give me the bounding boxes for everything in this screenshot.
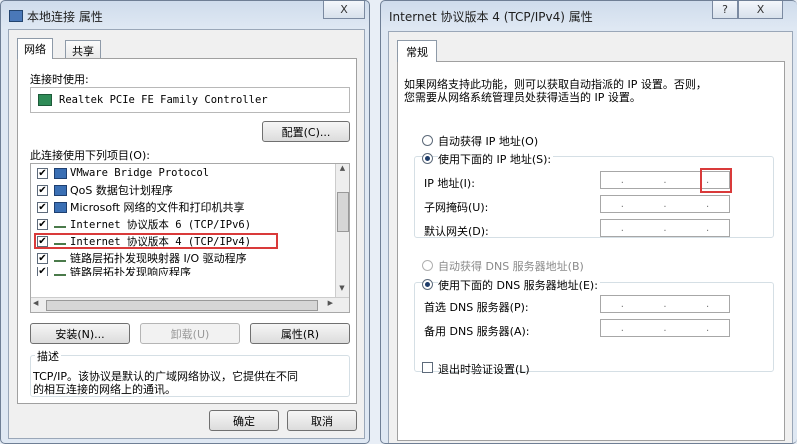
protocol-icon bbox=[54, 254, 66, 262]
ipv4-highlight-box bbox=[34, 233, 278, 249]
window-title: 本地连接 属性 bbox=[9, 8, 103, 25]
intro-text-line-2: 您需要从网络系统管理员处获得适当的 IP 设置。 bbox=[404, 91, 641, 104]
item-checkbox[interactable]: ✔ bbox=[37, 167, 48, 179]
cancel-button[interactable]: 取消 bbox=[287, 410, 357, 431]
item-label: Internet 协议版本 6 (TCP/IPv6) bbox=[70, 218, 252, 231]
item-label: 链路层拓扑发现响应程序 bbox=[70, 267, 191, 276]
service-icon bbox=[54, 201, 67, 213]
manual-ip-radio[interactable] bbox=[422, 153, 433, 164]
ip-address-label: IP 地址(I): bbox=[424, 177, 475, 190]
help-button[interactable]: ? bbox=[712, 1, 738, 19]
item-checkbox[interactable]: ✔ bbox=[37, 252, 48, 264]
manual-ip-label: 使用下面的 IP 地址(S): bbox=[438, 151, 554, 167]
adapter-name: Realtek PCIe FE Family Controller bbox=[59, 94, 268, 106]
connect-using-label: 连接时使用: bbox=[30, 73, 89, 86]
list-item[interactable]: ✔ Internet 协议版本 6 (TCP/IPv6) bbox=[37, 216, 251, 232]
description-group: 描述 TCP/IP。该协议是默认的广域网络协议，它提供在不同 的相互连接的网络上… bbox=[30, 348, 350, 397]
local-connection-properties-window: 本地连接 属性 X 网络 共享 连接时使用: Realtek PCIe FE F… bbox=[0, 0, 370, 444]
install-button[interactable]: 安装(N)... bbox=[30, 323, 130, 344]
ipv4-properties-window: Internet 协议版本 4 (TCP/IPv4) 属性 ? X 常规 如果网… bbox=[380, 0, 797, 444]
adapter-box: Realtek PCIe FE Family Controller bbox=[30, 87, 350, 113]
scroll-up-arrow-icon[interactable]: ▲ bbox=[336, 164, 349, 177]
preferred-dns-field[interactable]: ... bbox=[600, 295, 730, 313]
item-checkbox[interactable]: ✔ bbox=[37, 267, 48, 276]
scrollbar-thumb[interactable] bbox=[46, 300, 318, 311]
default-gateway-label: 默认网关(D): bbox=[424, 225, 489, 238]
item-checkbox[interactable]: ✔ bbox=[37, 201, 48, 213]
protocol-icon bbox=[54, 220, 66, 228]
adapter-icon bbox=[38, 94, 52, 106]
tab-sharing[interactable]: 共享 bbox=[65, 40, 101, 59]
ip-octet-highlight-box bbox=[700, 168, 732, 193]
auto-dns-radio bbox=[422, 260, 433, 271]
item-label: Microsoft 网络的文件和打印机共享 bbox=[70, 201, 245, 214]
tab-general-label: 常规 bbox=[406, 46, 428, 59]
item-checkbox[interactable]: ✔ bbox=[37, 184, 48, 196]
list-item[interactable]: ✔ 链路层拓扑发现映射器 I/O 驱动程序 bbox=[37, 250, 247, 266]
vertical-scrollbar[interactable]: ▲ ▼ bbox=[335, 164, 349, 297]
network-icon bbox=[9, 10, 23, 22]
protocol-icon bbox=[54, 167, 67, 179]
manual-dns-radio[interactable] bbox=[422, 279, 433, 290]
tab-network[interactable]: 网络 bbox=[17, 38, 53, 59]
close-icon: X bbox=[340, 3, 348, 16]
close-button[interactable]: X bbox=[738, 1, 783, 19]
protocol-icon bbox=[54, 268, 66, 276]
help-icon: ? bbox=[722, 3, 728, 16]
validate-on-exit-label: 退出时验证设置(L) bbox=[438, 363, 530, 376]
item-label: VMware Bridge Protocol bbox=[70, 167, 210, 179]
network-tab-panel: 连接时使用: Realtek PCIe FE Family Controller… bbox=[17, 58, 357, 404]
alternate-dns-label: 备用 DNS 服务器(A): bbox=[424, 325, 530, 338]
auto-dns-label: 自动获得 DNS 服务器地址(B) bbox=[438, 260, 584, 273]
subnet-mask-label: 子网掩码(U): bbox=[424, 201, 489, 214]
dialog-client: 网络 共享 连接时使用: Realtek PCIe FE Family Cont… bbox=[8, 29, 365, 439]
items-label: 此连接使用下列项目(O): bbox=[30, 149, 150, 162]
dialog-client: 常规 如果网络支持此功能，则可以获取自动指派的 IP 设置。否则， 您需要从网络… bbox=[388, 31, 793, 443]
list-item[interactable]: ✔ VMware Bridge Protocol bbox=[37, 165, 209, 181]
default-gateway-field[interactable]: ... bbox=[600, 219, 730, 237]
scroll-right-arrow-icon[interactable]: ▶ bbox=[328, 299, 333, 307]
list-item[interactable]: ✔ Microsoft 网络的文件和打印机共享 bbox=[37, 199, 245, 215]
subnet-mask-field[interactable]: ... bbox=[600, 195, 730, 213]
tab-sharing-label: 共享 bbox=[72, 45, 94, 58]
close-button[interactable]: X bbox=[323, 1, 365, 19]
description-label: 描述 bbox=[35, 348, 61, 364]
auto-ip-label: 自动获得 IP 地址(O) bbox=[438, 135, 539, 148]
tab-network-label: 网络 bbox=[24, 43, 46, 56]
tab-general[interactable]: 常规 bbox=[397, 40, 437, 62]
uninstall-button: 卸载(U) bbox=[140, 323, 240, 344]
properties-button[interactable]: 属性(R) bbox=[250, 323, 350, 344]
validate-on-exit-checkbox[interactable] bbox=[422, 362, 433, 373]
alternate-dns-field[interactable]: ... bbox=[600, 319, 730, 337]
ok-button[interactable]: 确定 bbox=[209, 410, 279, 431]
manual-dns-label: 使用下面的 DNS 服务器地址(E): bbox=[438, 277, 600, 293]
configure-button[interactable]: 配置(C)... bbox=[262, 121, 350, 142]
scrollbar-thumb[interactable] bbox=[337, 192, 349, 232]
description-text-line-2: 的相互连接的网络上的通讯。 bbox=[33, 383, 176, 396]
window-title: Internet 协议版本 4 (TCP/IPv4) 属性 bbox=[389, 10, 593, 24]
item-label: QoS 数据包计划程序 bbox=[70, 184, 173, 197]
item-label: 链路层拓扑发现映射器 I/O 驱动程序 bbox=[70, 252, 247, 265]
scroll-left-arrow-icon[interactable]: ◀ bbox=[33, 299, 38, 307]
general-tab-panel: 如果网络支持此功能，则可以获取自动指派的 IP 设置。否则， 您需要从网络系统管… bbox=[397, 61, 785, 441]
list-item[interactable]: ✔ 链路层拓扑发现响应程序 bbox=[37, 267, 191, 276]
item-checkbox[interactable]: ✔ bbox=[37, 218, 48, 230]
list-item[interactable]: ✔ QoS 数据包计划程序 bbox=[37, 182, 173, 198]
close-icon: X bbox=[756, 3, 765, 16]
service-icon bbox=[54, 184, 67, 196]
preferred-dns-label: 首选 DNS 服务器(P): bbox=[424, 301, 529, 314]
auto-ip-radio[interactable] bbox=[422, 135, 433, 146]
horizontal-scrollbar[interactable]: ◀ ▶ bbox=[31, 297, 349, 312]
scroll-down-arrow-icon[interactable]: ▼ bbox=[336, 284, 348, 297]
